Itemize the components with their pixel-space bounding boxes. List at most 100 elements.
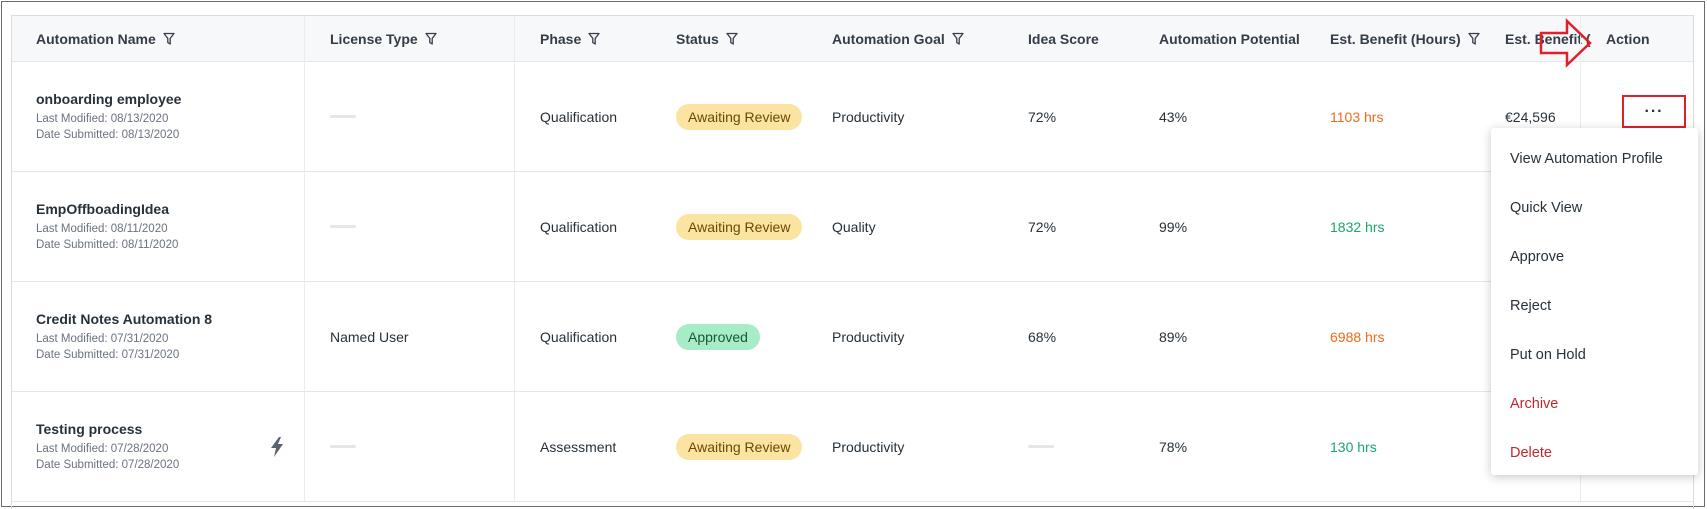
license-type-cell: Named User [305,282,515,391]
automation-goal-cell: Productivity [807,392,1003,501]
column-header-label: Est. Benefit (Hours) [1330,31,1461,47]
menu-item-quick-view[interactable]: Quick View [1491,183,1698,232]
column-header-status[interactable]: Status [651,16,807,62]
status-cell: Awaiting Review [651,62,807,171]
status-cell: Awaiting Review [651,172,807,281]
automation-goal-cell: Quality [807,172,1003,281]
automation-goal-cell: Productivity [807,62,1003,171]
right-arrow-icon [1539,18,1592,68]
license-type-value: Named User [330,328,409,345]
phase-value: Qualification [540,218,618,235]
empty-value-placeholder [330,115,356,118]
empty-value-placeholder [330,225,356,228]
lightning-bolt-icon [271,436,283,457]
column-header-automation-potential: Automation Potential [1134,16,1305,62]
phase-value: Qualification [540,328,618,345]
column-header-label: Action [1606,31,1650,47]
column-header-automation-name[interactable]: Automation Name [12,16,305,62]
status-badge: Awaiting Review [676,213,803,240]
automation-potential-cell: 99% [1134,172,1305,281]
automation-goal-cell: Productivity [807,282,1003,391]
est-benefit-hours-value: 1832 hrs [1330,218,1385,235]
table-row[interactable]: EmpOffboadingIdea Last Modified: 08/11/20… [12,172,1693,282]
est-benefit-money-value: €24,596 [1505,108,1556,125]
menu-item-reject[interactable]: Reject [1491,281,1698,330]
automation-potential-value: 43% [1159,108,1188,125]
filter-icon[interactable] [425,32,437,46]
idea-score-cell: 68% [1003,282,1134,391]
table-row[interactable]: onboarding employee Last Modified: 08/13/… [12,62,1693,172]
idea-score-value: 72% [1028,108,1057,125]
automation-potential-value: 78% [1159,438,1188,455]
last-modified-date: Last Modified: 08/13/2020 [36,112,169,125]
filter-icon[interactable] [163,32,175,46]
phase-value: Assessment [540,438,617,455]
est-benefit-hours-cell: 1832 hrs [1305,172,1480,281]
filter-icon[interactable] [952,32,964,46]
automation-potential-cell: 43% [1134,62,1305,171]
idea-score-cell [1003,392,1134,501]
status-badge: Approved [676,323,760,350]
column-header-license-type[interactable]: License Type [305,16,515,62]
status-cell: Approved [651,282,807,391]
column-header-action: Action [1580,16,1693,62]
empty-value-placeholder [330,445,356,448]
est-benefit-hours-value: 130 hrs [1330,438,1377,455]
column-header-label: Automation Goal [832,31,945,47]
automation-potential-cell: 89% [1134,282,1305,391]
phase-cell: Qualification [515,62,651,171]
automation-goal-value: Productivity [832,108,905,125]
menu-item-view-automation-profile[interactable]: View Automation Profile [1491,134,1698,183]
automation-name-cell: Testing process Last Modified: 07/28/2020… [12,392,305,501]
column-header-label: Automation Potential [1159,31,1300,47]
idea-score-value: 68% [1028,328,1057,345]
license-type-cell [305,172,515,281]
automation-potential-value: 89% [1159,328,1188,345]
automation-potential-value: 99% [1159,218,1188,235]
automation-goal-value: Productivity [832,328,905,345]
column-header-est-benefit-hours[interactable]: Est. Benefit (Hours) [1305,16,1480,62]
menu-item-approve[interactable]: Approve [1491,232,1698,281]
automation-goal-value: Quality [832,218,876,235]
automation-name-link[interactable]: onboarding employee [36,91,181,107]
menu-item-archive[interactable]: Archive [1491,379,1698,428]
table-header: Automation Name License Type Phase Statu… [12,16,1693,62]
row-actions-button[interactable]: ··· [1622,95,1686,128]
empty-value-placeholder [1028,445,1054,448]
filter-icon[interactable] [726,32,738,46]
idea-score-cell: 72% [1003,62,1134,171]
date-submitted-date: Date Submitted: 08/13/2020 [36,128,180,141]
table-row[interactable]: Credit Notes Automation 8 Last Modified: … [12,282,1693,392]
idea-score-value: 72% [1028,218,1057,235]
automation-name-cell: EmpOffboadingIdea Last Modified: 08/11/20… [12,172,305,281]
date-submitted-date: Date Submitted: 08/11/2020 [36,238,179,251]
phase-cell: Qualification [515,172,651,281]
automation-name-cell: onboarding employee Last Modified: 08/13/… [12,62,305,171]
est-benefit-hours-value: 1103 hrs [1330,108,1384,125]
table-row[interactable]: Testing process Last Modified: 07/28/2020… [12,392,1693,502]
status-badge: Awaiting Review [676,103,803,130]
phase-value: Qualification [540,108,618,125]
est-benefit-hours-cell: 130 hrs [1305,392,1480,501]
column-header-label: License Type [330,31,418,47]
automation-name-link[interactable]: Credit Notes Automation 8 [36,311,212,327]
automation-name-link[interactable]: Testing process [36,421,142,437]
column-header-phase[interactable]: Phase [515,16,651,62]
menu-item-delete[interactable]: Delete [1491,428,1698,477]
date-submitted-date: Date Submitted: 07/28/2020 [36,458,180,471]
automation-ideas-table: Automation Name License Type Phase Statu… [11,15,1694,509]
filter-icon[interactable] [1468,32,1480,46]
column-header-label: Idea Score [1028,31,1099,47]
idea-score-cell: 72% [1003,172,1134,281]
automation-potential-cell: 78% [1134,392,1305,501]
est-benefit-hours-value: 6988 hrs [1330,328,1385,345]
phase-cell: Assessment [515,392,651,501]
menu-item-put-on-hold[interactable]: Put on Hold [1491,330,1698,379]
filter-icon[interactable] [588,32,600,46]
automation-name-link[interactable]: EmpOffboadingIdea [36,201,169,217]
last-modified-date: Last Modified: 07/31/2020 [36,332,169,345]
column-header-automation-goal[interactable]: Automation Goal [807,16,1003,62]
est-benefit-hours-cell: 6988 hrs [1305,282,1480,391]
column-header-idea-score: Idea Score [1003,16,1134,62]
license-type-cell [305,392,515,501]
